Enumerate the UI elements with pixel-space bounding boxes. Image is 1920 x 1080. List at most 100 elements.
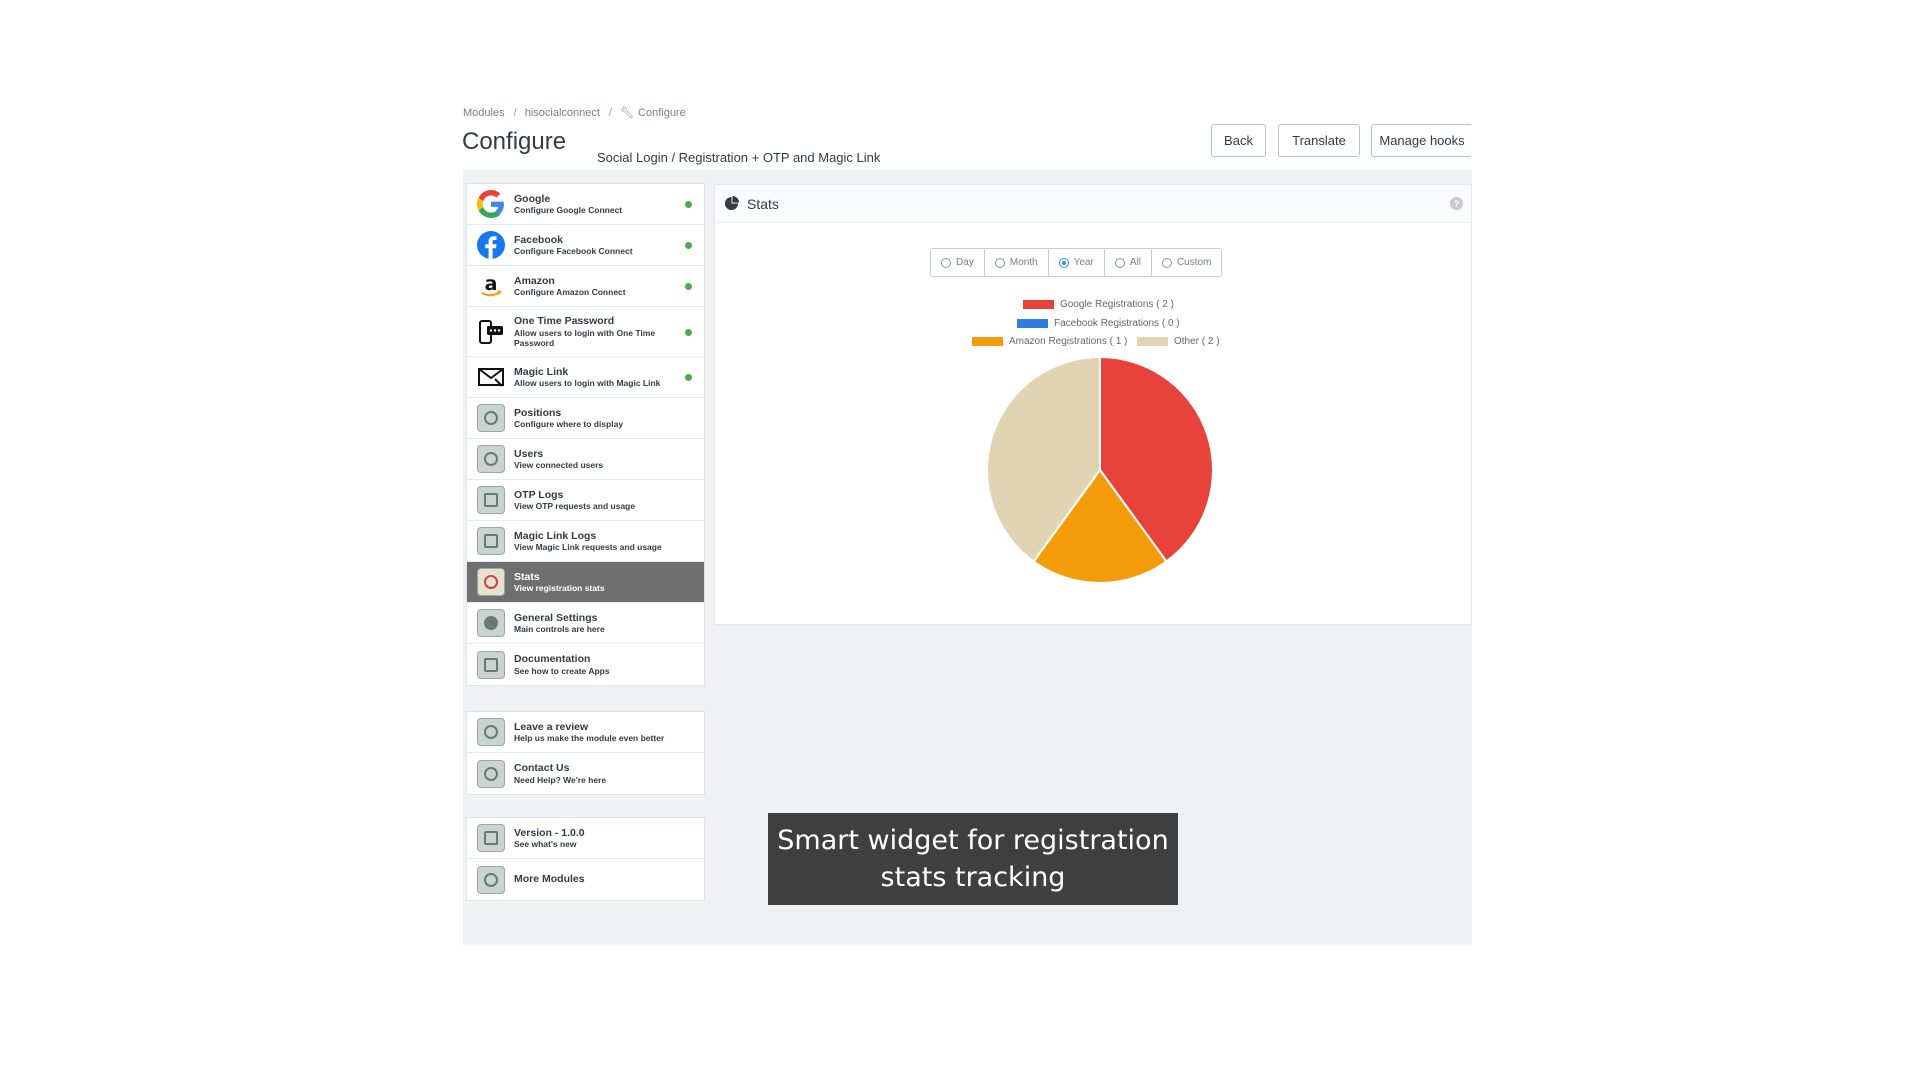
radio-icon[interactable] (941, 257, 951, 268)
legend-item-google[interactable]: Google Registrations ( 2 ) (1023, 299, 1174, 310)
caption-banner: Smart widget for registration stats trac… (768, 813, 1178, 905)
sidebar-item-google[interactable]: Google Configure Google Connect (467, 184, 704, 225)
breadcrumb: Modules / hisocialconnect / 🔧︎ Configure (463, 107, 686, 119)
range-option-custom[interactable]: Custom (1152, 249, 1221, 276)
breadcrumb-current: Configure (638, 107, 686, 119)
help-icon[interactable]: ? (1450, 197, 1463, 210)
sidebar-item-title: Version - 1.0.0 (514, 826, 585, 839)
google-icon (476, 189, 506, 219)
radio-icon[interactable] (1161, 257, 1172, 268)
sidebar-item-otp-logs[interactable]: OTP Logs View OTP requests and usage (467, 480, 704, 521)
sidebar-item-title: Positions (514, 406, 562, 419)
sidebar-item-desc: Configure where to display (514, 419, 624, 430)
sidebar-item-title: One Time Password (514, 315, 615, 328)
sidebar-item-title: Contact Us (514, 762, 570, 775)
sidebar-item-title: Amazon (514, 274, 555, 287)
stats-panel-header: Stats ? (715, 185, 1471, 223)
manage-hooks-button[interactable]: Manage hooks (1371, 124, 1472, 157)
sidebar-item-desc: Configure Amazon Connect (514, 287, 626, 298)
stats-panel: Stats ? Day Month Year All Custom Google… (714, 184, 1472, 625)
contact-icon (476, 759, 506, 789)
translate-button[interactable]: Translate (1278, 124, 1360, 157)
sidebar-item-magic-link[interactable]: Magic Link Allow users to login with Magi… (467, 357, 704, 398)
sidebar-item-leave-review[interactable]: Leave a review Help us make the module ev… (467, 712, 704, 753)
enabled-status-dot (685, 374, 692, 381)
stats-panel-title: Stats (747, 195, 779, 212)
page-subtitle: Social Login / Registration + OTP and Ma… (597, 150, 881, 165)
sidebar-item-desc: View Magic Link requests and usage (514, 542, 662, 553)
documentation-icon (476, 650, 506, 680)
sidebar-item-documentation[interactable]: Documentation See how to create Apps (467, 644, 704, 685)
sidebar-item-magic-link-logs[interactable]: Magic Link Logs View Magic Link requests … (467, 521, 704, 562)
sidebar-item-desc: Configure Google Connect (514, 205, 623, 216)
sidebar-item-desc: Help us make the module even better (514, 733, 665, 744)
sidebar-main: Google Configure Google Connect Facebook C… (466, 183, 705, 686)
stats-icon (476, 567, 506, 597)
otp-icon (476, 317, 506, 347)
sidebar-item-desc: Need Help? We're here (514, 774, 607, 785)
sidebar-item-desc: Allow users to login with One Time Passw… (514, 327, 656, 348)
legend-item-other[interactable]: Other ( 2 ) (1137, 336, 1220, 347)
magic-link-logs-icon (476, 526, 506, 556)
legend-swatch (1017, 319, 1048, 328)
range-option-all[interactable]: All (1105, 249, 1152, 276)
range-label: Year (1073, 257, 1094, 268)
sidebar-item-title: General Settings (514, 611, 598, 624)
sidebar-item-title: Facebook (514, 233, 564, 246)
enabled-status-dot (685, 242, 692, 249)
sidebar-item-positions[interactable]: Positions Configure where to display (467, 398, 704, 439)
date-range-selector: Day Month Year All Custom (930, 248, 1223, 277)
sidebar-item-facebook[interactable]: Facebook Configure Facebook Connect (467, 225, 704, 266)
sidebar-item-title: Google (514, 192, 551, 205)
radio-icon[interactable] (994, 257, 1005, 268)
sidebar-item-title: More Modules (514, 873, 585, 886)
range-option-day[interactable]: Day (931, 249, 985, 276)
sidebar-item-title: Stats (514, 570, 540, 583)
sidebar-item-amazon[interactable]: a Amazon Configure Amazon Connect (467, 266, 704, 307)
breadcrumb-module[interactable]: hisocialconnect (525, 107, 600, 119)
screenshot-stage: Modules / hisocialconnect / 🔧︎ Configure Co… (0, 0, 1920, 1080)
sidebar-item-desc: Allow users to login with Magic Link (514, 378, 661, 389)
sidebar-item-title: Leave a review (514, 720, 589, 733)
otp-logs-icon (476, 485, 506, 515)
envelope-icon (476, 362, 506, 392)
svg-text:a: a (485, 273, 498, 295)
sidebar-item-more-modules[interactable]: More Modules (467, 859, 704, 900)
sidebar-item-desc: View connected users (514, 460, 604, 471)
sidebar-item-version[interactable]: Version - 1.0.0 See what's new (467, 818, 704, 859)
page-title: Configure (462, 128, 567, 155)
sidebar-item-title: Documentation (514, 653, 591, 666)
enabled-status-dot (685, 283, 692, 290)
back-button[interactable]: Back (1211, 124, 1266, 157)
legend-item-facebook[interactable]: Facebook Registrations ( 0 ) (1017, 318, 1180, 329)
sidebar-item-desc: View OTP requests and usage (514, 501, 636, 512)
legend-label: Amazon Registrations ( 1 ) (1009, 336, 1128, 347)
radio-selected-icon[interactable] (1058, 257, 1069, 268)
legend-label: Facebook Registrations ( 0 ) (1054, 318, 1180, 329)
range-label: All (1129, 257, 1141, 268)
sidebar-item-one-time-password[interactable]: One Time Password Allow users to login wi… (467, 307, 704, 357)
sidebar-item-users[interactable]: Users View connected users (467, 439, 704, 480)
sidebar-item-stats[interactable]: Stats View registration stats (467, 562, 704, 603)
range-label: Custom (1176, 257, 1212, 268)
positions-icon (476, 403, 506, 433)
range-option-year[interactable]: Year (1049, 249, 1105, 276)
sidebar-extra: Version - 1.0.0 See what's new More Modul… (466, 817, 705, 901)
range-option-month[interactable]: Month (985, 249, 1049, 276)
sidebar-support: Leave a review Help us make the module ev… (466, 711, 705, 795)
pie-chart-icon (724, 196, 739, 211)
sidebar-item-desc: Configure Facebook Connect (514, 246, 633, 257)
sidebar-item-general-settings[interactable]: General Settings Main controls are here (467, 603, 704, 644)
legend-item-amazon[interactable]: Amazon Registrations ( 1 ) (972, 336, 1127, 347)
enabled-status-dot (685, 201, 692, 208)
legend-label: Other ( 2 ) (1174, 336, 1220, 347)
range-label: Day (956, 257, 974, 268)
legend-swatch (972, 337, 1003, 346)
registrations-pie-chart (986, 355, 1214, 584)
amazon-icon: a (476, 271, 506, 301)
sidebar-item-contact-us[interactable]: Contact Us Need Help? We're here (467, 753, 704, 794)
review-icon (476, 717, 506, 747)
breadcrumb-modules[interactable]: Modules (463, 107, 505, 119)
sidebar-item-title: OTP Logs (514, 488, 564, 501)
radio-icon[interactable] (1114, 257, 1125, 268)
